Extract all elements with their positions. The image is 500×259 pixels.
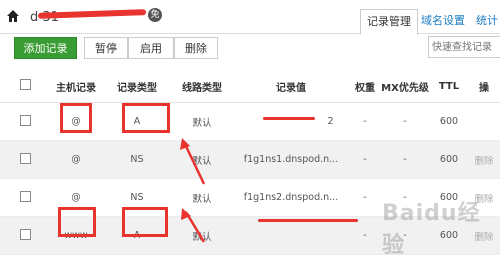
search-input[interactable] [428,36,500,58]
redaction-mark [258,219,358,222]
ttl-cell: 600 [430,140,468,179]
enable-button[interactable]: 启用 [128,37,174,59]
tab-domain-settings[interactable]: 域名设置 [418,9,468,33]
col-line: 线路类型 [172,70,232,103]
pause-button[interactable]: 暂停 [84,37,128,59]
annotation-box-host-4 [58,207,96,237]
value-cell: f1g1ns1.dnspod.n... [232,140,350,179]
row-checkbox[interactable] [19,228,31,240]
weight-cell: - [350,140,380,179]
col-weight: 权重 [350,70,380,103]
delete-button[interactable]: 删除 [174,37,218,59]
annotation-box-host-1 [60,103,92,133]
tabs-divider [0,33,500,34]
col-mx: MX优先级 [380,70,430,103]
col-value: 记录值 [232,70,350,103]
weight-cell: - [350,216,380,255]
col-host: 主机记录 [50,70,102,103]
free-badge: 免 [148,8,162,22]
value-cell: f1g1ns2.dnspod.n... [232,178,350,217]
host-cell: @ [50,140,102,179]
type-cell: NS [102,140,172,179]
table-row[interactable]: @ NS 默认 f1g1ns1.dnspod.n... - - 600 删除 [0,140,500,179]
col-ttl: TTL [430,70,468,103]
row-checkbox[interactable] [19,114,31,126]
delete-link[interactable]: 删除 [468,140,500,179]
add-record-button[interactable]: 添加记录 [14,37,77,59]
row-checkbox[interactable] [19,190,31,202]
weight-cell: - [350,178,380,217]
tab-records[interactable]: 记录管理 [360,9,418,35]
watermark: Baidu经验 [382,201,481,258]
mx-cell: - [380,140,430,179]
mx-cell: - [380,102,430,141]
tab-stats[interactable]: 统计 [472,9,500,33]
annotation-box-type-4 [122,207,168,237]
home-icon[interactable] [6,9,20,23]
annotation-box-type-1 [122,103,170,133]
select-all-cell [0,70,50,103]
col-type: 记录类型 [102,70,172,103]
redaction-mark [263,117,315,120]
value-cell [232,216,350,255]
weight-cell: - [350,102,380,141]
value-cell: 2 [232,102,350,141]
col-actions: 操 [468,70,500,103]
select-all-checkbox[interactable] [19,79,31,90]
ttl-cell: 600 [430,102,468,141]
action-cell[interactable] [468,102,500,141]
table-header-row: 主机记录 记录类型 线路类型 记录值 权重 MX优先级 TTL 操 [0,70,500,103]
row-checkbox[interactable] [19,152,31,164]
annotation-arrows [180,138,206,243]
